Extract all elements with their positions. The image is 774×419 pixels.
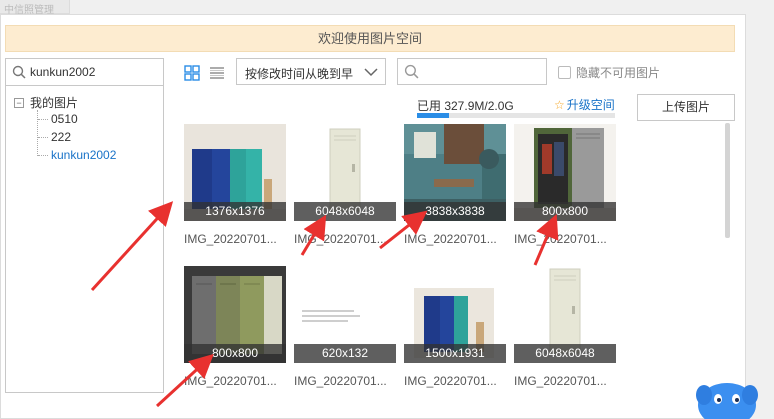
annotation-arrow xyxy=(155,353,214,408)
annotation-arrow xyxy=(90,201,174,292)
assistant-mascot-icon[interactable] xyxy=(696,375,758,419)
annotation-arrow xyxy=(379,210,428,250)
annotation-arrow xyxy=(533,213,559,266)
annotation-arrows xyxy=(90,201,559,408)
annotation-arrow xyxy=(300,214,327,256)
